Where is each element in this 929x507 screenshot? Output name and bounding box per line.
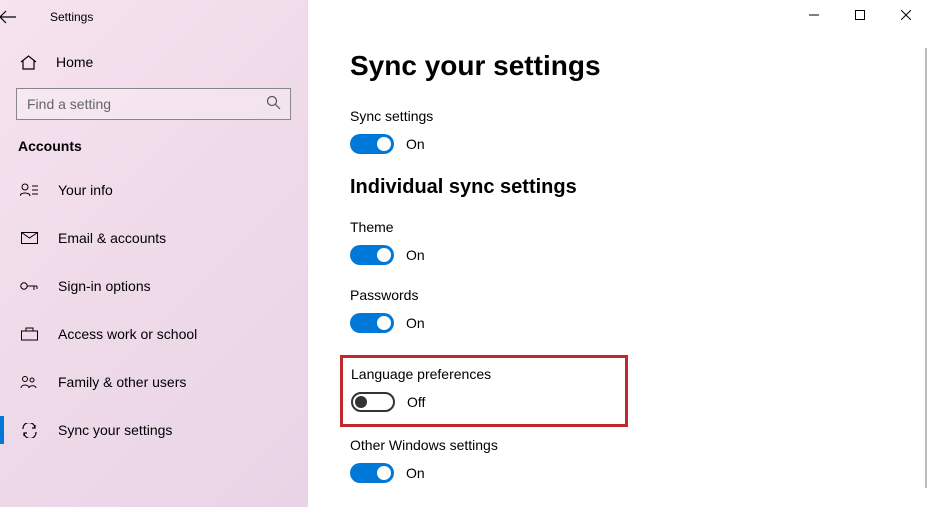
sidebar-item-label: Family & other users: [58, 374, 186, 390]
sidebar-item-your-info[interactable]: Your info: [0, 170, 307, 210]
window-title: Settings: [50, 10, 93, 24]
language-state: Off: [407, 394, 425, 410]
passwords-state: On: [406, 315, 425, 331]
sidebar-item-access-work-school[interactable]: Access work or school: [0, 314, 307, 354]
individual-sync-heading: Individual sync settings: [350, 176, 929, 199]
key-icon: [20, 279, 38, 293]
sidebar-item-label: Sign-in options: [58, 278, 151, 294]
sidebar-item-label: Email & accounts: [58, 230, 166, 246]
theme-toggle[interactable]: [350, 245, 394, 265]
sync-icon: [20, 423, 38, 438]
other-windows-label: Other Windows settings: [350, 437, 929, 453]
home-icon: [20, 55, 38, 70]
other-windows-toggle[interactable]: [350, 463, 394, 483]
sidebar-item-signin-options[interactable]: Sign-in options: [0, 266, 307, 306]
sidebar-section-label: Accounts: [0, 138, 307, 170]
passwords-label: Passwords: [350, 287, 929, 303]
home-label: Home: [56, 54, 93, 70]
sidebar-item-label: Sync your settings: [58, 422, 172, 438]
page-title: Sync your settings: [350, 50, 929, 82]
theme-label: Theme: [350, 219, 929, 235]
language-toggle[interactable]: [351, 392, 395, 412]
your-info-icon: [20, 183, 38, 197]
passwords-toggle[interactable]: [350, 313, 394, 333]
other-windows-state: On: [406, 465, 425, 481]
sidebar: Home Accounts Your info Email & accounts: [0, 0, 308, 507]
sync-settings-toggle[interactable]: [350, 134, 394, 154]
briefcase-icon: [20, 327, 38, 341]
sidebar-item-family-users[interactable]: Family & other users: [0, 362, 307, 402]
sync-settings-state: On: [406, 136, 425, 152]
back-arrow-icon: [0, 10, 16, 24]
sidebar-item-label: Your info: [58, 182, 113, 198]
main-content: Sync your settings Sync settings On Indi…: [308, 0, 929, 507]
sidebar-item-sync-settings[interactable]: Sync your settings: [0, 410, 307, 450]
language-label: Language preferences: [351, 366, 617, 382]
highlight-annotation: Language preferences Off: [340, 355, 628, 427]
people-icon: [20, 375, 38, 389]
sidebar-item-email-accounts[interactable]: Email & accounts: [0, 218, 307, 258]
scrollbar[interactable]: [925, 48, 927, 488]
sidebar-item-label: Access work or school: [58, 326, 197, 342]
back-button[interactable]: [0, 10, 44, 24]
email-icon: [20, 232, 38, 244]
sync-settings-label: Sync settings: [350, 108, 929, 124]
theme-state: On: [406, 247, 425, 263]
search-input[interactable]: [16, 88, 291, 120]
home-nav[interactable]: Home: [0, 44, 307, 80]
